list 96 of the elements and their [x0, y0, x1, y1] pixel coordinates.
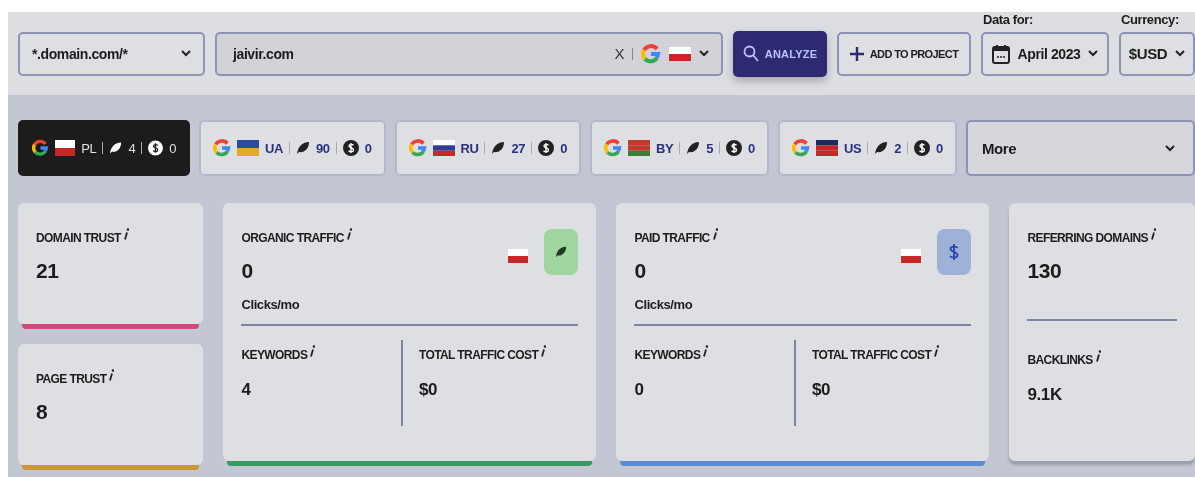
card-title: PAGE TRUST	[36, 372, 107, 386]
flag-icon	[432, 140, 455, 156]
dollar-icon	[538, 140, 555, 156]
card-value: 8	[36, 400, 49, 424]
info-icon	[1094, 350, 1101, 362]
country-tab[interactable]: PL 4 0	[18, 120, 190, 176]
flag-icon	[815, 140, 838, 156]
metric-value: 0	[634, 380, 645, 400]
leaf-icon	[109, 141, 123, 155]
country-tab[interactable]: RU 27 0	[394, 120, 581, 176]
card-title: DOMAIN TRUST	[36, 231, 121, 245]
metric-title: KEYWORDS	[634, 348, 701, 362]
info-icon	[933, 345, 940, 357]
leaf-icon	[296, 141, 310, 155]
analyze-button[interactable]: ANALYZE	[733, 30, 827, 77]
metric-value: $0	[811, 380, 832, 400]
dollar-icon	[949, 243, 960, 261]
metric-value: 9.1K	[1027, 385, 1063, 405]
info-icon	[702, 345, 709, 357]
country-code: BY	[656, 140, 674, 156]
organic-count: 4	[128, 140, 136, 156]
currency-select[interactable]: $USD	[1119, 31, 1195, 76]
search-field[interactable]: jaivir.com X	[215, 31, 723, 76]
google-icon	[213, 139, 231, 157]
dollar-icon	[726, 140, 743, 156]
info-icon	[345, 228, 352, 240]
card-title: PAID TRAFFIC	[634, 231, 710, 245]
info-icon	[122, 228, 129, 240]
metric-title: TOTAL TRAFFIC COST	[418, 348, 539, 362]
card-value: 0	[634, 259, 647, 283]
info-icon	[711, 228, 718, 240]
flag-icon	[669, 46, 691, 61]
country-tab[interactable]: UA 90 0	[199, 120, 386, 176]
paid-count: 0	[936, 140, 943, 156]
organic-count: 90	[316, 140, 330, 156]
country-code: US	[843, 140, 862, 156]
more-select[interactable]: More	[965, 120, 1195, 176]
caret-icon	[1175, 50, 1186, 57]
caret-icon	[1165, 144, 1175, 152]
metric-value: $0	[418, 380, 439, 400]
calendar-icon	[991, 43, 1010, 64]
info-icon	[309, 345, 316, 357]
plus-icon	[849, 46, 864, 61]
unit-label: Clicks/mo	[241, 297, 579, 326]
leaf-icon	[555, 246, 568, 258]
country-tab[interactable]: BY 5 0	[590, 120, 769, 176]
flag-icon	[628, 140, 650, 156]
google-icon	[408, 139, 427, 157]
add-to-project-button[interactable]: ADD TO PROJECT	[837, 31, 971, 76]
metric-title: REFERRING DOMAINS	[1027, 231, 1148, 245]
clear-button[interactable]: X	[614, 45, 624, 62]
organic-count: 2	[894, 140, 902, 156]
metric-value: 4	[241, 380, 252, 400]
country-code: RU	[460, 140, 479, 156]
caret-icon	[699, 50, 709, 57]
country-code: UA	[265, 140, 283, 156]
unit-label: Clicks/mo	[634, 297, 972, 326]
paid-count: 0	[748, 140, 755, 156]
dollar-icon	[148, 140, 164, 156]
info-icon	[1149, 228, 1156, 240]
country-code: PL	[81, 140, 97, 156]
card-value: 0	[241, 259, 254, 283]
flag-icon	[508, 249, 529, 263]
paid-count: 0	[169, 140, 176, 156]
dollar-icon	[914, 140, 931, 156]
google-icon	[791, 139, 810, 157]
flag-icon	[54, 140, 76, 156]
country-tab[interactable]: US 2 0	[777, 120, 957, 176]
dollar-icon	[342, 140, 359, 156]
scope-select[interactable]: *.domain.com/*	[18, 31, 205, 76]
metric-title: TOTAL TRAFFIC COST	[811, 348, 932, 362]
paid-count: 0	[364, 140, 372, 156]
leaf-icon	[874, 141, 889, 155]
caret-icon	[1088, 50, 1099, 57]
date-label: Data for:	[983, 11, 1033, 27]
info-icon	[540, 345, 547, 357]
leaf-icon	[491, 141, 506, 155]
currency-label: Currency:	[1121, 11, 1179, 27]
card-value: 21	[36, 259, 60, 283]
leaf-icon	[686, 141, 701, 155]
google-icon	[604, 139, 622, 157]
metric-title: BACKLINKS	[1027, 353, 1093, 367]
google-icon	[641, 43, 661, 64]
metric-value: 130	[1027, 259, 1063, 283]
flag-icon	[237, 140, 259, 156]
search-icon	[742, 45, 759, 62]
caret-icon	[181, 50, 191, 57]
flag-icon	[901, 249, 922, 263]
date-select[interactable]: April 2023	[981, 31, 1109, 76]
organic-count: 5	[706, 140, 714, 156]
info-icon	[108, 369, 115, 381]
metric-title: KEYWORDS	[241, 348, 308, 362]
organic-count: 27	[511, 140, 526, 156]
paid-count: 0	[560, 140, 567, 156]
card-title: ORGANIC TRAFFIC	[241, 231, 344, 245]
google-icon	[32, 139, 49, 157]
